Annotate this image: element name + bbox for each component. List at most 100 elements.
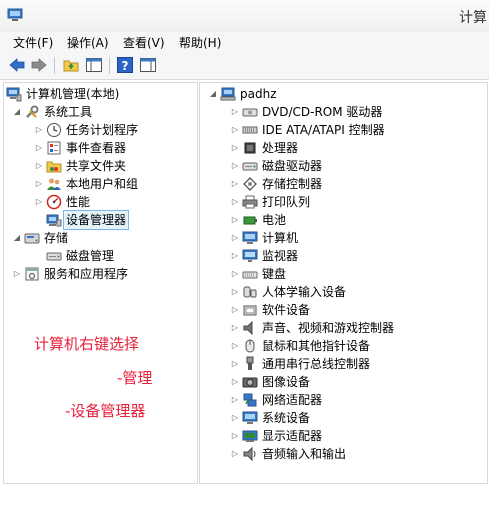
tree-node-task-scheduler[interactable]: ▷ 任务计划程序 bbox=[34, 121, 194, 139]
tree-node-performance[interactable]: ▷ 性能 bbox=[34, 193, 194, 211]
tree-node-label: 设备管理器 bbox=[62, 210, 130, 230]
menu-help[interactable]: 帮助(H) bbox=[179, 34, 221, 51]
collapsed-arrow-icon[interactable]: ▷ bbox=[34, 175, 44, 193]
usb-icon bbox=[242, 356, 258, 372]
expanded-arrow-icon[interactable]: ◢ bbox=[12, 103, 22, 121]
collapsed-arrow-icon[interactable]: ▷ bbox=[230, 175, 240, 193]
device-category-item[interactable]: ▷ IDE ATA/ATAPI 控制器 bbox=[230, 121, 480, 139]
performance-icon bbox=[46, 194, 62, 210]
title-bar: 计算 bbox=[0, 0, 489, 32]
collapsed-arrow-icon[interactable]: ▷ bbox=[34, 193, 44, 211]
show-hide-console-tree-icon[interactable] bbox=[85, 56, 103, 74]
device-category-label: 显示适配器 bbox=[262, 429, 323, 443]
tree-node-label: 系统工具 bbox=[44, 105, 93, 119]
collapsed-arrow-icon[interactable]: ▷ bbox=[230, 211, 240, 229]
shared-folder-icon bbox=[46, 158, 62, 174]
collapsed-arrow-icon[interactable]: ▷ bbox=[230, 319, 240, 337]
collapsed-arrow-icon[interactable]: ▷ bbox=[230, 157, 240, 175]
device-category-item[interactable]: ▷ 键盘 bbox=[230, 265, 480, 283]
collapsed-arrow-icon[interactable]: ▷ bbox=[230, 355, 240, 373]
disk-drive-icon bbox=[242, 158, 258, 174]
tools-icon bbox=[24, 104, 40, 120]
disk-icon bbox=[46, 248, 62, 264]
menu-view[interactable]: 查看(V) bbox=[123, 34, 165, 51]
system-device-icon bbox=[242, 410, 258, 426]
device-category-label: 存储控制器 bbox=[262, 177, 323, 191]
collapsed-arrow-icon[interactable]: ▷ bbox=[230, 247, 240, 265]
device-category-item[interactable]: ▷ 软件设备 bbox=[230, 301, 480, 319]
device-category-item[interactable]: ▷ 显示适配器 bbox=[230, 427, 480, 445]
tree-node-event-viewer[interactable]: ▷ 事件查看器 bbox=[34, 139, 194, 157]
collapsed-arrow-icon[interactable]: ▷ bbox=[34, 121, 44, 139]
tree-node-label: 事件查看器 bbox=[66, 141, 127, 155]
collapsed-arrow-icon[interactable]: ▷ bbox=[12, 265, 22, 283]
tree-node-computer-management[interactable]: 计算机管理(本地) bbox=[6, 85, 194, 103]
menu-bar: 文件(F) 操作(A) 查看(V) 帮助(H) bbox=[0, 32, 489, 52]
tree-node-label: 任务计划程序 bbox=[66, 123, 139, 137]
tree-node-system-tools[interactable]: ◢ 系统工具 bbox=[12, 103, 192, 121]
collapsed-arrow-icon[interactable]: ▷ bbox=[230, 391, 240, 409]
device-category-item[interactable]: ▷ 电池 bbox=[230, 211, 480, 229]
menu-file[interactable]: 文件(F) bbox=[13, 34, 53, 51]
device-category-item[interactable]: ▷ 打印队列 bbox=[230, 193, 480, 211]
window-title: 计算 bbox=[459, 10, 487, 26]
device-category-item[interactable]: ▷ 人体学输入设备 bbox=[230, 283, 480, 301]
tree-node-label: 存储 bbox=[44, 231, 69, 245]
clock-icon bbox=[46, 122, 62, 138]
collapsed-arrow-icon[interactable]: ▷ bbox=[230, 193, 240, 211]
collapsed-arrow-icon[interactable]: ▷ bbox=[230, 445, 240, 463]
menu-action[interactable]: 操作(A) bbox=[67, 34, 109, 51]
collapsed-arrow-icon[interactable]: ▷ bbox=[230, 265, 240, 283]
device-category-label: 打印队列 bbox=[262, 195, 311, 209]
device-category-label: 声音、视频和游戏控制器 bbox=[262, 321, 395, 335]
tree-node-local-users-groups[interactable]: ▷ 本地用户和组 bbox=[34, 175, 194, 193]
collapsed-arrow-icon[interactable]: ▷ bbox=[230, 373, 240, 391]
collapsed-arrow-icon[interactable]: ▷ bbox=[34, 157, 44, 175]
device-tree-pane[interactable]: ◢ padhz ▷ DVD/CD-ROM 驱动器 ▷ IDE ATA/ATAPI 控制… bbox=[199, 82, 488, 484]
collapsed-arrow-icon[interactable]: ▷ bbox=[230, 121, 240, 139]
device-category-item[interactable]: ▷ 处理器 bbox=[230, 139, 480, 157]
device-category-item[interactable]: ▷ 鼠标和其他指针设备 bbox=[230, 337, 480, 355]
collapsed-arrow-icon[interactable]: ▷ bbox=[230, 139, 240, 157]
device-category-label: 磁盘驱动器 bbox=[262, 159, 323, 173]
help-icon[interactable]: ? bbox=[116, 56, 134, 74]
expanded-arrow-icon[interactable]: ◢ bbox=[12, 229, 22, 247]
device-category-item[interactable]: ▷ 磁盘驱动器 bbox=[230, 157, 480, 175]
device-root-node[interactable]: ◢ padhz bbox=[208, 85, 478, 103]
collapsed-arrow-icon[interactable]: ▷ bbox=[230, 427, 240, 445]
forward-arrow-icon[interactable] bbox=[30, 56, 48, 74]
device-category-item[interactable]: ▷ 网络适配器 bbox=[230, 391, 480, 409]
collapsed-arrow-icon[interactable]: ▷ bbox=[230, 229, 240, 247]
device-category-item[interactable]: ▷ 存储控制器 bbox=[230, 175, 480, 193]
device-category-item[interactable]: ▷ 声音、视频和游戏控制器 bbox=[230, 319, 480, 337]
collapsed-arrow-icon[interactable]: ▷ bbox=[230, 301, 240, 319]
collapsed-arrow-icon[interactable]: ▷ bbox=[230, 103, 240, 121]
window-bottom-edge bbox=[0, 484, 489, 506]
tree-node-shared-folders[interactable]: ▷ 共享文件夹 bbox=[34, 157, 194, 175]
show-hide-action-pane-icon[interactable] bbox=[139, 56, 157, 74]
device-category-item[interactable]: ▷ 监视器 bbox=[230, 247, 480, 265]
tree-node-storage[interactable]: ◢ 存储 bbox=[12, 229, 192, 247]
device-category-label: 电池 bbox=[262, 213, 287, 227]
annotation-line-2: -管理 bbox=[117, 369, 153, 387]
tree-node-services-applications[interactable]: ▷ 服务和应用程序 bbox=[12, 265, 192, 283]
tree-node-disk-management[interactable]: 磁盘管理 bbox=[34, 247, 194, 265]
console-tree-pane[interactable]: 计算机管理(本地) ◢ 系统工具 ▷ 任务计划程序 ▷ 事件查看器 ▷ 共享文件… bbox=[3, 82, 198, 484]
device-category-item[interactable]: ▷ DVD/CD-ROM 驱动器 bbox=[230, 103, 480, 121]
tree-node-label: 共享文件夹 bbox=[66, 159, 127, 173]
device-category-label: 处理器 bbox=[262, 141, 299, 155]
expanded-arrow-icon[interactable]: ◢ bbox=[208, 85, 218, 103]
up-folder-icon[interactable] bbox=[62, 56, 80, 74]
tree-node-device-manager[interactable]: 设备管理器 bbox=[34, 210, 194, 230]
back-arrow-icon[interactable] bbox=[8, 56, 26, 74]
event-viewer-icon bbox=[46, 140, 62, 156]
device-category-item[interactable]: ▷ 系统设备 bbox=[230, 409, 480, 427]
collapsed-arrow-icon[interactable]: ▷ bbox=[230, 283, 240, 301]
device-category-item[interactable]: ▷ 计算机 bbox=[230, 229, 480, 247]
device-category-item[interactable]: ▷ 音频输入和输出 bbox=[230, 445, 480, 463]
device-category-item[interactable]: ▷ 图像设备 bbox=[230, 373, 480, 391]
collapsed-arrow-icon[interactable]: ▷ bbox=[34, 139, 44, 157]
device-category-item[interactable]: ▷ 通用串行总线控制器 bbox=[230, 355, 480, 373]
collapsed-arrow-icon[interactable]: ▷ bbox=[230, 337, 240, 355]
collapsed-arrow-icon[interactable]: ▷ bbox=[230, 409, 240, 427]
